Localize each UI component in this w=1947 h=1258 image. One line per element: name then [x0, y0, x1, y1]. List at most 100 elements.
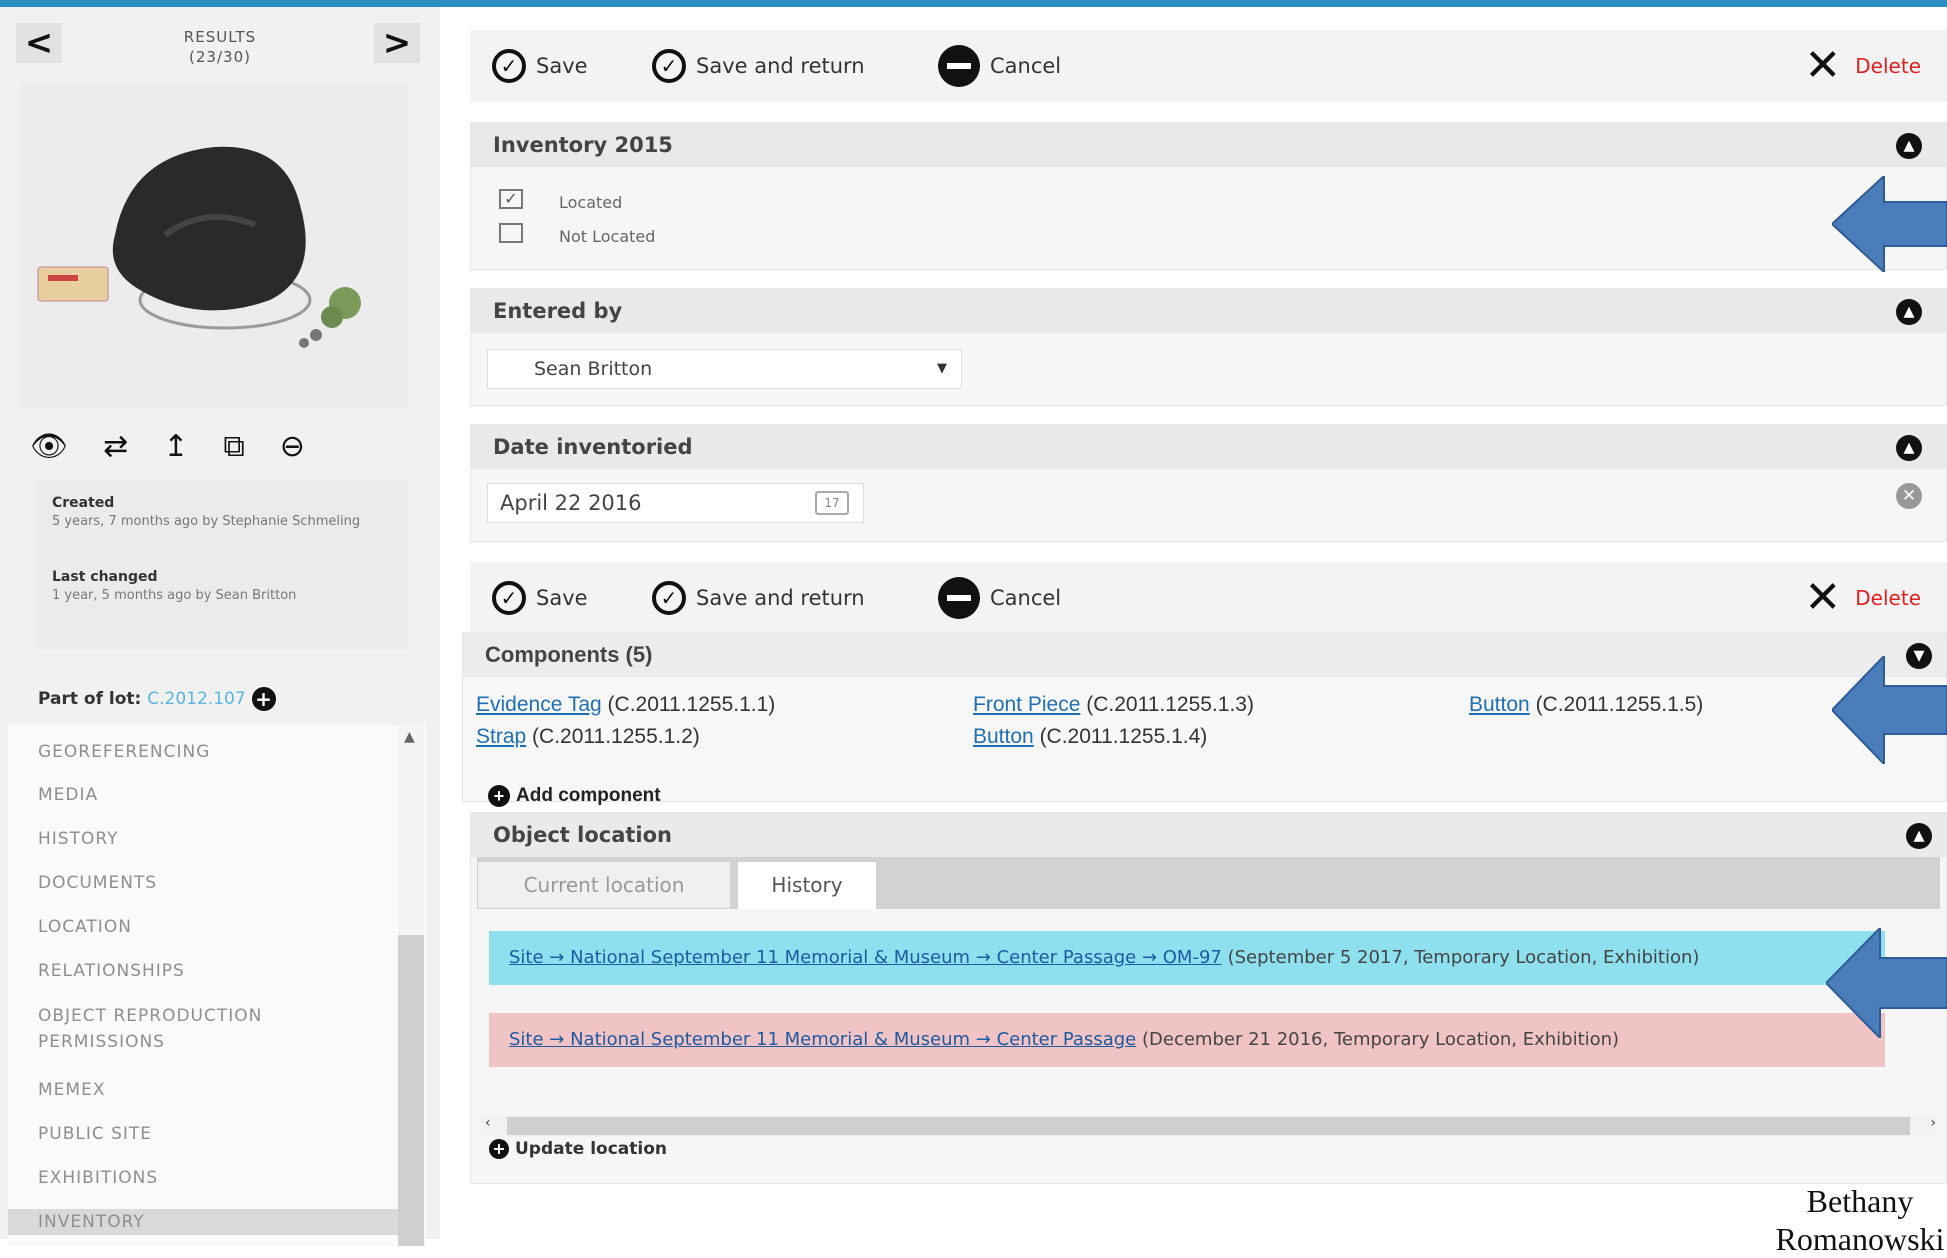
save-button[interactable]: ✓ Save	[492, 580, 588, 616]
component-id: (C.2011.1255.1.2)	[532, 725, 700, 748]
entered-by-panel: Entered by ▴ Sean Britton ▼	[470, 288, 1947, 406]
date-inventoried-panel: Date inventoried ▴ April 22 2016 17 ✕	[470, 424, 1947, 542]
record-metadata: Created 5 years, 7 months ago by Stephan…	[36, 481, 408, 649]
next-result-button[interactable]: >	[374, 23, 420, 63]
tab-history[interactable]: History	[737, 861, 877, 909]
sidebar-item-location[interactable]: LOCATION	[38, 914, 368, 940]
components-title: Components (5)	[463, 633, 1946, 677]
component-link[interactable]: Button	[973, 725, 1034, 748]
sidebar-item-memex[interactable]: MEMEX	[38, 1077, 368, 1103]
components-panel: Components (5) ▾ Evidence Tag (C.2011.12…	[462, 632, 1947, 807]
view-eye-icon[interactable]: 👁	[30, 427, 68, 467]
history-scrollthumb[interactable]	[507, 1117, 1910, 1135]
part-of-lot-link[interactable]: C.2012.107	[147, 689, 245, 709]
tab-current-location[interactable]: Current location	[477, 861, 731, 909]
component-link[interactable]: Strap	[476, 725, 526, 748]
save-button[interactable]: ✓ Save	[492, 48, 588, 84]
collapse-icon[interactable]: ▴	[1896, 435, 1922, 461]
history-horizontal-scrollbar[interactable]: ‹ ›	[481, 1115, 1936, 1137]
located-label: Located	[559, 193, 623, 212]
collapse-icon[interactable]: ▴	[1896, 299, 1922, 325]
created-label: Created	[52, 495, 115, 511]
object-thumbnail[interactable]	[20, 85, 408, 408]
update-location-button[interactable]: + Update location	[489, 1139, 667, 1159]
not-located-label: Not Located	[559, 227, 656, 246]
repeat-icon[interactable]: ⇄	[103, 427, 128, 467]
sidebar-item-media[interactable]: MEDIA	[38, 782, 368, 808]
add-lot-icon[interactable]: +	[251, 687, 276, 711]
not-located-checkbox[interactable]	[499, 223, 523, 243]
changed-label: Last changed	[52, 569, 158, 585]
history-location-link[interactable]: Site → National September 11 Memorial & …	[509, 947, 1222, 968]
entered-by-title: Entered by	[471, 289, 1946, 333]
close-icon: ✕	[1804, 572, 1842, 623]
delete-button[interactable]: ✕ Delete	[1804, 572, 1921, 623]
component-id: (C.2011.1255.1.4)	[1039, 725, 1208, 748]
results-counter: RESULTS (23/30)	[140, 27, 300, 67]
scroll-right-icon[interactable]: ›	[1930, 1115, 1936, 1131]
history-row-current: Site → National September 11 Memorial & …	[489, 931, 1885, 985]
results-title: RESULTS	[183, 28, 257, 46]
location-tabs: Current location History	[477, 857, 1940, 909]
created-value: 5 years, 7 months ago by Stephanie Schme…	[52, 514, 361, 529]
inventory-panel: Inventory 2015 ▴ ✓ Located Not Located	[470, 122, 1947, 270]
date-inventoried-title: Date inventoried	[471, 425, 1946, 469]
sidebar-item-georeferencing[interactable]: GEOREFERENCING	[38, 739, 368, 765]
component-id: (C.2011.1255.1.5)	[1535, 693, 1704, 716]
cancel-button[interactable]: Cancel	[938, 45, 1061, 87]
check-circle-icon: ✓	[492, 581, 526, 615]
sidebar-item-relationships[interactable]: RELATIONSHIPS	[38, 958, 368, 984]
history-details: (September 5 2017, Temporary Location, E…	[1227, 947, 1700, 968]
object-location-panel: Object location ▴ Current location Histo…	[470, 812, 1947, 1184]
sidebar-item-public-site[interactable]: PUBLIC SITE	[38, 1121, 368, 1147]
component-item: Button (C.2011.1255.1.5)	[1469, 693, 1703, 717]
sidebar-item-object-reproduction-permissions[interactable]: OBJECT REPRODUCTION PERMISSIONS	[38, 1003, 368, 1055]
section-nav: GEOREFERENCING MEDIA HISTORY DOCUMENTS LOCAT…	[8, 725, 426, 1246]
date-inventoried-input[interactable]: April 22 2016 17	[487, 483, 864, 523]
history-details: (December 21 2016, Temporary Location, E…	[1141, 1029, 1620, 1050]
history-row-past: Site → National September 11 Memorial & …	[489, 1013, 1885, 1067]
save-and-return-button[interactable]: ✓ Save and return	[652, 48, 865, 84]
sidebar-item-documents[interactable]: DOCUMENTS	[38, 870, 368, 896]
remove-circle-icon[interactable]: ⊖	[280, 427, 305, 467]
sidebar-item-exhibitions[interactable]: EXHIBITIONS	[38, 1165, 368, 1191]
author-caption: Bethany Romanowski	[1775, 1183, 1945, 1257]
component-link[interactable]: Evidence Tag	[476, 693, 602, 716]
prev-result-button[interactable]: <	[16, 23, 62, 63]
sidebar: < > RESULTS (23/30) 👁 ⇄ ↥ ⧉ ⊖ Created 5 …	[0, 7, 440, 1246]
check-circle-icon: ✓	[652, 581, 686, 615]
duplicate-icon[interactable]: ⧉	[223, 427, 244, 467]
collapse-icon[interactable]: ▴	[1906, 823, 1932, 849]
check-circle-icon: ✓	[652, 49, 686, 83]
changed-value: 1 year, 5 months ago by Sean Britton	[52, 588, 297, 603]
add-component-button[interactable]: + Add component	[488, 785, 661, 807]
sidebar-item-history[interactable]: HISTORY	[38, 826, 368, 852]
part-of-lot: Part of lot: C.2012.107 +	[38, 687, 276, 711]
object-action-icons: 👁 ⇄ ↥ ⧉ ⊖	[30, 427, 305, 467]
component-link[interactable]: Front Piece	[973, 693, 1080, 716]
section-nav-scrollthumb[interactable]	[398, 935, 424, 1246]
located-checkbox[interactable]: ✓	[499, 189, 523, 209]
sidebar-item-inventory[interactable]: INVENTORY	[8, 1209, 398, 1235]
delete-button[interactable]: ✕ Delete	[1804, 40, 1921, 91]
upload-pin-icon[interactable]: ↥	[163, 427, 188, 467]
plus-circle-icon: +	[488, 785, 510, 807]
calendar-icon[interactable]: 17	[815, 491, 849, 515]
scroll-up-icon[interactable]: ▲	[404, 729, 415, 745]
top-accent-bar	[0, 0, 1947, 7]
save-and-return-button[interactable]: ✓ Save and return	[652, 580, 865, 616]
component-item: Evidence Tag (C.2011.1255.1.1)	[476, 693, 775, 717]
scroll-left-icon[interactable]: ‹	[485, 1115, 491, 1131]
component-item: Strap (C.2011.1255.1.2)	[476, 725, 700, 749]
collapse-icon[interactable]: ▴	[1896, 133, 1922, 159]
entered-by-select[interactable]: Sean Britton ▼	[487, 349, 962, 389]
annotation-arrow-icon	[1832, 656, 1947, 764]
close-icon: ✕	[1804, 40, 1842, 91]
cancel-button[interactable]: Cancel	[938, 577, 1061, 619]
chevron-down-icon: ▼	[937, 361, 947, 376]
inventory-panel-title: Inventory 2015	[471, 123, 1946, 167]
component-link[interactable]: Button	[1469, 693, 1530, 716]
history-location-link[interactable]: Site → National September 11 Memorial & …	[509, 1029, 1136, 1050]
annotation-arrow-icon	[1826, 928, 1947, 1038]
clear-date-icon[interactable]: ✕	[1896, 483, 1922, 509]
